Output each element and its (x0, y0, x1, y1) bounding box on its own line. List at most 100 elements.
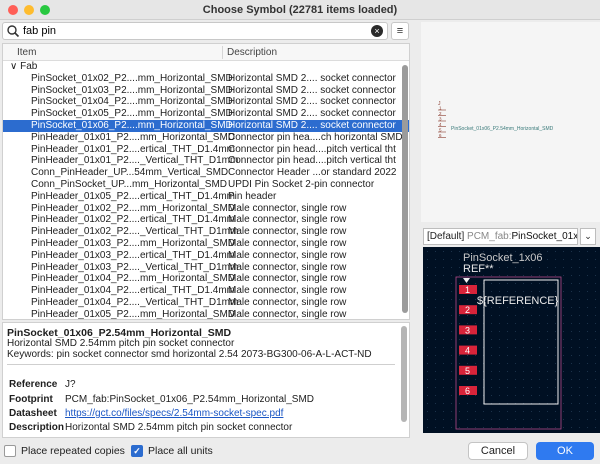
clear-search-icon[interactable]: × (371, 25, 383, 37)
grid-dot (459, 299, 460, 300)
list-scrollbar-thumb[interactable] (402, 65, 408, 313)
grid-dot (587, 395, 588, 396)
grid-dot (571, 259, 572, 260)
grid-dot (579, 339, 580, 340)
list-item-name: PinHeader_01x01_P2....mm_Horizontal_SMD (31, 131, 235, 143)
grid-dot (427, 411, 428, 412)
grid-dot (435, 355, 436, 356)
list-item[interactable]: PinHeader_01x04_P2...._Vertical_THT_D1mm… (3, 297, 409, 309)
details-scrollbar[interactable] (401, 326, 407, 436)
grid-dot (427, 403, 428, 404)
grid-dot (443, 283, 444, 284)
place-all-units-label[interactable]: Place all units (148, 445, 213, 457)
place-repeated-label[interactable]: Place repeated copies (21, 445, 125, 457)
grid-dot (515, 323, 516, 324)
list-item[interactable]: PinSocket_01x02_P2....mm_Horizontal_SMD H… (3, 73, 409, 85)
ok-button[interactable]: OK (536, 442, 594, 460)
list-item[interactable]: PinHeader_01x03_P2...._Vertical_THT_D1mm… (3, 262, 409, 274)
grid-dot (555, 275, 556, 276)
grid-dot (443, 323, 444, 324)
grid-dot (595, 315, 596, 316)
symbol-pin-number: 3 (439, 116, 442, 121)
list-scrollbar[interactable] (402, 63, 408, 315)
grid-dot (579, 275, 580, 276)
list-item-description: Pin header (228, 190, 277, 202)
list-item[interactable]: PinSocket_01x03_P2....mm_Horizontal_SMD H… (3, 85, 409, 97)
footprint-grid (427, 251, 596, 428)
footprint-preview[interactable]: PinSocket_1x06 REF** ${REFERENCE} 123456 (423, 247, 600, 433)
datasheet-link[interactable]: https://gct.co/files/specs/2.54mm-socket… (65, 408, 283, 419)
chevron-down-icon[interactable]: ⌄ (580, 228, 596, 245)
grid-dot (539, 283, 540, 284)
column-header-description[interactable]: Description (227, 47, 277, 58)
list-item[interactable]: PinHeader_01x01_P2...._Vertical_THT_D1mm… (3, 155, 409, 167)
grid-dot (555, 347, 556, 348)
grid-dot (563, 275, 564, 276)
list-item-description: Male connector, single row (228, 273, 347, 285)
cancel-button[interactable]: Cancel (468, 442, 528, 460)
column-header-item[interactable]: Item (17, 47, 36, 58)
list-item[interactable]: PinSocket_01x06_P2....mm_Horizontal_SMD H… (3, 119, 409, 132)
list-item[interactable]: PinHeader_01x01_P2....ertical_THT_D1.4mm… (3, 144, 409, 156)
grid-dot (571, 339, 572, 340)
symbol-preview[interactable]: J 123456 PinSocket_01x06_P2.54mm_Horizon… (421, 22, 600, 222)
list-item[interactable]: PinSocket_01x04_P2....mm_Horizontal_SMD H… (3, 96, 409, 108)
list-item-description: Horizontal SMD 2.... socket connector (228, 84, 396, 96)
symbol-tree[interactable]: Item Description ∨ Fab PinSocket_01x02_P… (2, 43, 410, 320)
list-item[interactable]: PinHeader_01x05_P2....mm_Horizontal_SMD M… (3, 309, 409, 319)
list-item[interactable]: Conn_PinSocket_UP...mm_Horizontal_SMD UPD… (3, 179, 409, 191)
grid-dot (491, 307, 492, 308)
grid-dot (579, 291, 580, 292)
grid-dot (451, 307, 452, 308)
grid-dot (427, 371, 428, 372)
search-input[interactable]: fab pin (23, 25, 56, 37)
place-repeated-checkbox[interactable] (4, 445, 16, 457)
grid-dot (491, 347, 492, 348)
grid-dot (523, 419, 524, 420)
search-field[interactable]: fab pin × (2, 22, 388, 40)
grid-dot (595, 363, 596, 364)
grid-dot (507, 339, 508, 340)
column-separator[interactable] (222, 46, 223, 59)
grid-dot (579, 331, 580, 332)
grid-dot (515, 275, 516, 276)
list-item[interactable]: PinHeader_01x04_P2....mm_Horizontal_SMD M… (3, 273, 409, 285)
grid-dot (427, 323, 428, 324)
list-item[interactable]: PinHeader_01x03_P2....mm_Horizontal_SMD M… (3, 238, 409, 250)
grid-dot (595, 267, 596, 268)
grid-dot (531, 419, 532, 420)
sort-options-button[interactable]: ≡ (391, 22, 409, 40)
grid-dot (459, 403, 460, 404)
grid-dot (459, 379, 460, 380)
footprint-select[interactable]: [Default] PCM_fab:PinSocket_01x06 (423, 228, 578, 245)
grid-dot (523, 387, 524, 388)
list-item[interactable]: PinSocket_01x05_P2....mm_Horizontal_SMD H… (3, 108, 409, 120)
footprint-ref-text: REF** (463, 263, 494, 275)
grid-dot (579, 267, 580, 268)
grid-dot (427, 419, 428, 420)
library-group-fab[interactable]: ∨ Fab (3, 61, 409, 73)
grid-dot (579, 307, 580, 308)
list-item[interactable]: PinHeader_01x05_P2....ertical_THT_D1.4mm… (3, 191, 409, 203)
list-item[interactable]: PinHeader_01x02_P2....mm_Horizontal_SMD M… (3, 203, 409, 215)
search-icon (7, 25, 20, 38)
list-item-name: PinSocket_01x06_P2....mm_Horizontal_SMD (31, 119, 233, 131)
list-item[interactable]: PinHeader_01x02_P2...._Vertical_THT_D1mm… (3, 226, 409, 238)
details-scrollbar-thumb[interactable] (401, 326, 407, 422)
grid-dot (491, 363, 492, 364)
list-item[interactable]: Conn_PinHeader_UP...54mm_Vertical_SMD Con… (3, 167, 409, 179)
place-all-units-checkbox[interactable]: ✓ (131, 445, 143, 457)
list-item-name: PinHeader_01x02_P2....ertical_THT_D1.4mm (31, 214, 235, 226)
grid-dot (563, 387, 564, 388)
grid-dot (515, 283, 516, 284)
list-item[interactable]: PinHeader_01x01_P2....mm_Horizontal_SMD C… (3, 132, 409, 144)
grid-dot (435, 275, 436, 276)
list-item[interactable]: PinHeader_01x02_P2....ertical_THT_D1.4mm… (3, 214, 409, 226)
list-item[interactable]: PinHeader_01x03_P2....ertical_THT_D1.4mm… (3, 250, 409, 262)
grid-dot (499, 323, 500, 324)
grid-dot (547, 251, 548, 252)
grid-dot (451, 379, 452, 380)
list-item-name: PinHeader_01x04_P2....ertical_THT_D1.4mm (31, 285, 235, 297)
grid-dot (547, 419, 548, 420)
list-item[interactable]: PinHeader_01x04_P2....ertical_THT_D1.4mm… (3, 285, 409, 297)
